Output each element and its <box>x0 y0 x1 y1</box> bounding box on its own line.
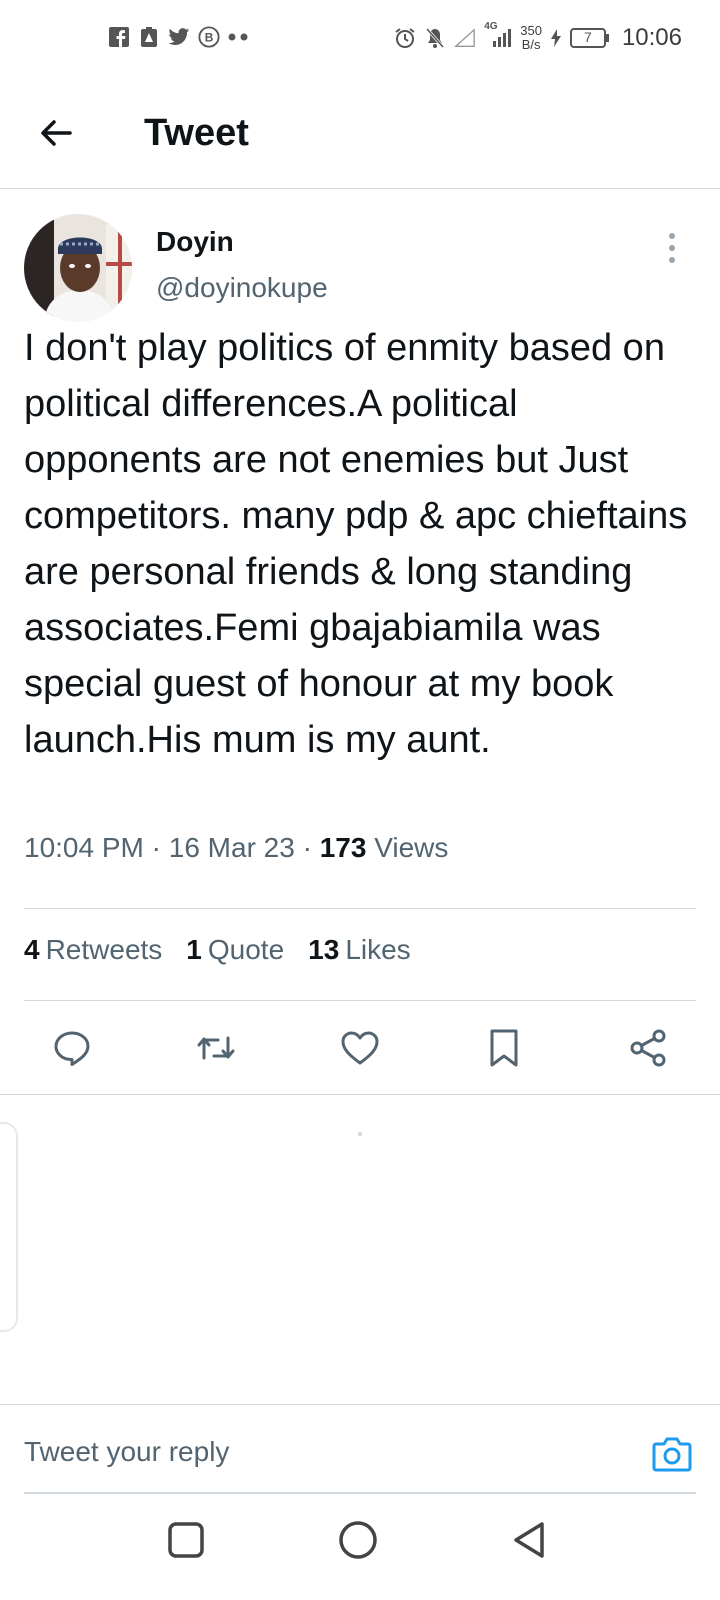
meta-separator: · <box>302 832 312 863</box>
tweet-actions <box>24 1020 696 1080</box>
tweet-meta: 10:04 PM · 16 Mar 23 · 173 Views <box>24 832 448 864</box>
network-type: 4G <box>484 21 498 32</box>
page-title: Tweet <box>144 112 249 154</box>
svg-text:B: B <box>205 31 214 45</box>
signal-4g-icon: 4G <box>484 21 512 49</box>
quotes-stat[interactable]: 1 Quote <box>186 934 284 966</box>
side-panel-edge <box>0 1122 18 1332</box>
status-bar: B 4G 350 B/s 7 10:06 <box>0 0 720 80</box>
network-speed-value: 350 <box>520 23 542 38</box>
facebook-icon <box>108 26 130 48</box>
back-nav-button[interactable] <box>508 1518 552 1562</box>
views-label: Views <box>374 832 449 863</box>
quotes-count: 1 <box>186 934 202 965</box>
recent-apps-button[interactable] <box>164 1518 208 1562</box>
engagement-stats: 4 Retweets 1 Quote 13 Likes <box>24 934 411 966</box>
battery-icon: 7 <box>569 28 610 48</box>
retweet-icon <box>194 1028 238 1073</box>
more-options-icon[interactable] <box>668 232 676 264</box>
reply-icon <box>52 1028 92 1073</box>
retweets-label: Retweets <box>45 934 163 965</box>
tweet-text: I don't play politics of enmity based on… <box>24 327 698 761</box>
quotes-label: Quote <box>207 934 285 965</box>
views-count: 173 <box>319 832 367 863</box>
more-dots-icon <box>228 26 250 48</box>
bookmark-icon <box>486 1028 522 1073</box>
reply-button[interactable] <box>24 1020 120 1080</box>
author-handle[interactable]: @doyinokupe <box>156 272 328 304</box>
tweet-date: 16 Mar 23 <box>168 832 295 863</box>
status-right-icons: 4G 350 B/s 7 10:06 <box>394 21 682 52</box>
tweet-time: 10:04 PM <box>24 832 144 863</box>
network-speed: 350 B/s <box>520 24 542 52</box>
avatar[interactable] <box>24 214 132 322</box>
back-arrow-icon[interactable] <box>36 113 76 153</box>
bookmark-button[interactable] <box>456 1020 552 1080</box>
signal-empty-icon <box>454 27 476 49</box>
divider <box>0 1094 720 1095</box>
muted-bell-icon <box>424 27 446 49</box>
top-app-bar <box>0 80 720 189</box>
retweets-stat[interactable]: 4 Retweets <box>24 934 162 966</box>
b-circle-icon: B <box>198 26 220 48</box>
likes-stat[interactable]: 13 Likes <box>308 934 411 966</box>
reply-underline <box>24 1492 696 1494</box>
meta-separator: · <box>151 832 161 863</box>
reply-input[interactable]: Tweet your reply <box>24 1436 229 1468</box>
author-name[interactable]: Doyin <box>156 226 234 258</box>
battery-level: 7 <box>584 29 592 45</box>
loading-dot <box>358 1132 362 1136</box>
retweets-count: 4 <box>24 934 40 965</box>
divider <box>24 1000 696 1001</box>
divider <box>24 908 696 909</box>
share-icon <box>628 1028 668 1073</box>
clock: 10:06 <box>621 24 682 51</box>
network-speed-unit: B/s <box>521 37 541 52</box>
home-button[interactable] <box>334 1516 382 1564</box>
divider <box>0 1404 720 1405</box>
camera-icon[interactable] <box>652 1436 692 1472</box>
retweet-button[interactable] <box>168 1020 264 1080</box>
alarm-icon <box>394 27 416 49</box>
like-button[interactable] <box>312 1020 408 1080</box>
heart-icon <box>340 1028 380 1073</box>
share-button[interactable] <box>600 1020 696 1080</box>
charging-icon <box>550 27 562 49</box>
status-left-icons: B <box>108 26 250 48</box>
likes-label: Likes <box>345 934 411 965</box>
likes-count: 13 <box>308 934 340 965</box>
twitter-icon <box>168 26 190 48</box>
notification-alert-icon <box>138 26 160 48</box>
